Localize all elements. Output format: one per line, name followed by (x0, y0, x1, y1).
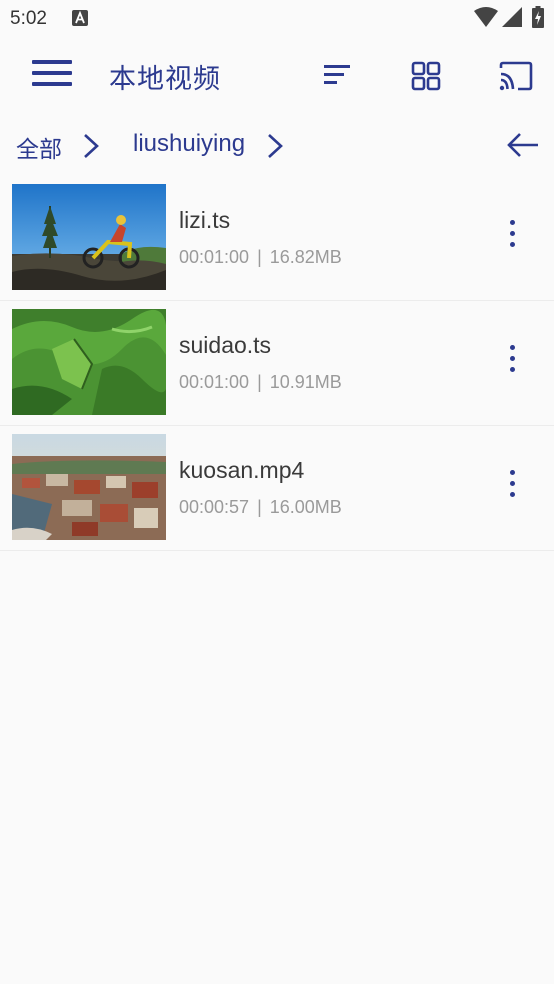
app-bar: 本地视频 (0, 38, 554, 112)
chevron-right-icon (268, 134, 283, 158)
video-size: 16.00MB (269, 497, 342, 517)
list-item[interactable]: suidao.ts 00:01:00 | 10.91MB (0, 301, 554, 426)
arrow-left-icon[interactable] (506, 132, 540, 158)
meta-separator: | (257, 372, 262, 392)
video-name: kuosan.mp4 (179, 457, 305, 483)
signal-icon (502, 7, 522, 27)
notification-a-icon (72, 10, 88, 26)
video-meta: 00:01:00 | 10.91MB (179, 372, 342, 393)
list-item[interactable]: lizi.ts 00:01:00 | 16.82MB (0, 176, 554, 301)
video-size: 16.82MB (269, 247, 342, 267)
page-title: 本地视频 (109, 64, 221, 95)
video-name: suidao.ts (179, 332, 272, 358)
video-duration: 00:01:00 (179, 372, 250, 392)
meta-separator: | (257, 497, 262, 517)
video-duration: 00:00:57 (179, 497, 250, 517)
cast-icon[interactable] (498, 60, 534, 92)
video-thumbnail (12, 434, 166, 540)
sort-icon[interactable] (322, 62, 352, 88)
video-duration: 00:01:00 (179, 247, 250, 267)
more-options-icon[interactable] (504, 220, 520, 252)
wifi-icon (474, 7, 498, 27)
video-meta: 00:00:57 | 16.00MB (179, 497, 342, 518)
meta-separator: | (257, 247, 262, 267)
video-thumbnail (12, 309, 166, 415)
hamburger-menu-icon (32, 60, 72, 64)
video-list: lizi.ts 00:01:00 | 16.82MB suidao.ts 00:01… (0, 176, 554, 551)
battery-icon (532, 6, 544, 28)
video-thumbnail (12, 184, 166, 290)
breadcrumb: 全部 liushuiying (0, 120, 554, 172)
status-bar: 5:02 (0, 0, 554, 38)
more-options-icon[interactable] (504, 345, 520, 377)
breadcrumb-folder[interactable]: liushuiying (133, 130, 245, 158)
video-size: 10.91MB (269, 372, 342, 392)
status-time: 5:02 (10, 8, 47, 29)
chevron-right-icon (84, 134, 99, 158)
video-name: lizi.ts (179, 207, 231, 233)
video-meta: 00:01:00 | 16.82MB (179, 247, 342, 268)
grid-view-icon[interactable] (410, 60, 442, 92)
more-options-icon[interactable] (504, 470, 520, 502)
breadcrumb-root[interactable]: 全部 (16, 130, 62, 164)
menu-button[interactable] (32, 60, 74, 90)
list-item[interactable]: kuosan.mp4 00:00:57 | 16.00MB (0, 426, 554, 551)
